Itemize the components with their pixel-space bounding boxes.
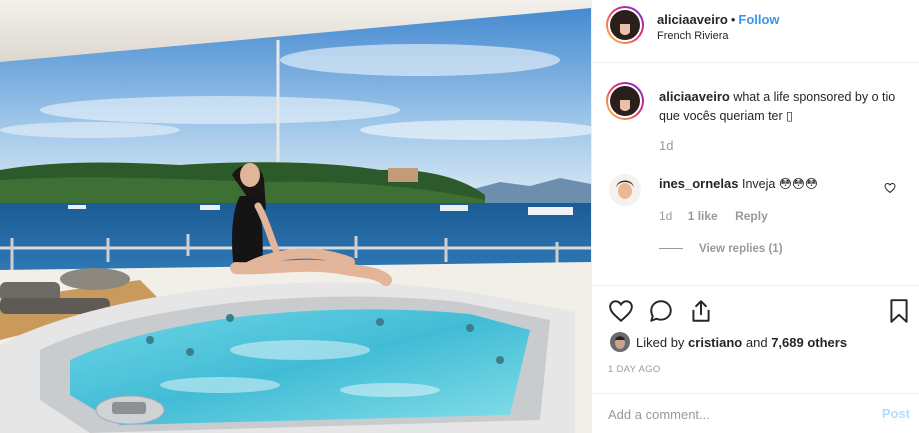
avatar-portrait-icon [610, 10, 640, 40]
comment-like-heart-icon[interactable] [884, 182, 896, 194]
caption-avatar[interactable] [606, 82, 644, 120]
comment-username[interactable]: ines_ornelas [659, 176, 739, 191]
post-header: aliciaaveiro • Follow French Riviera [592, 0, 919, 63]
avatar-portrait-icon [610, 332, 630, 352]
view-replies-button[interactable]: View replies (1) [659, 243, 783, 255]
liked-by-others[interactable]: 7,689 others [771, 335, 847, 350]
avatar-portrait-icon [610, 86, 640, 116]
post-date[interactable]: 1 DAY AGO [608, 364, 661, 375]
commenter-avatar[interactable] [609, 174, 641, 206]
comment-likes[interactable]: 1 like [688, 209, 718, 223]
view-replies-label: View replies (1) [699, 243, 783, 255]
author-avatar[interactable] [606, 6, 644, 44]
liker-avatar[interactable] [610, 332, 630, 352]
share-icon[interactable] [688, 298, 714, 324]
post-actions: Liked by cristiano and 7,689 others 1 DA… [592, 285, 919, 405]
avatar-portrait-icon [609, 174, 641, 206]
comment-text: Inveja 😳😳😳 [741, 177, 818, 191]
header-line: aliciaaveiro • Follow [657, 12, 780, 27]
author-username[interactable]: aliciaaveiro [657, 12, 728, 27]
caption-username[interactable]: aliciaaveiro [659, 89, 730, 104]
separator-dot: • [730, 12, 736, 27]
liked-by-prefix: Liked by [636, 335, 685, 350]
follow-button[interactable]: Follow [738, 12, 779, 27]
view-replies-rule [659, 248, 683, 250]
post-photo[interactable] [0, 0, 591, 433]
caption-text-block: aliciaaveiro what a life sponsored by o … [659, 87, 904, 126]
liked-by-user[interactable]: cristiano [688, 335, 742, 350]
instagram-post: aliciaaveiro • Follow French Riviera alici… [0, 0, 919, 433]
comment-bubble-icon[interactable] [648, 298, 674, 324]
add-comment-input[interactable] [608, 405, 838, 423]
add-comment-bar: Post [592, 393, 919, 433]
liked-by-and: and [745, 335, 768, 350]
like-heart-icon[interactable] [608, 298, 634, 324]
comment-time[interactable]: 1d [659, 209, 672, 223]
caption-time[interactable]: 1d [659, 138, 673, 153]
liked-by-text: Liked by cristiano and 7,689 others [636, 335, 847, 350]
comment-text-block: ines_ornelas Inveja 😳😳😳 [659, 176, 818, 191]
post-location[interactable]: French Riviera [657, 30, 729, 42]
comment-meta: 1d 1 like Reply [659, 209, 768, 223]
post-comment-button[interactable]: Post [882, 406, 910, 421]
post-side-panel: aliciaaveiro • Follow French Riviera alici… [591, 0, 919, 433]
reply-button[interactable]: Reply [735, 209, 768, 223]
save-bookmark-icon[interactable] [886, 298, 912, 324]
jacuzzi-photo-illustration [0, 0, 591, 433]
